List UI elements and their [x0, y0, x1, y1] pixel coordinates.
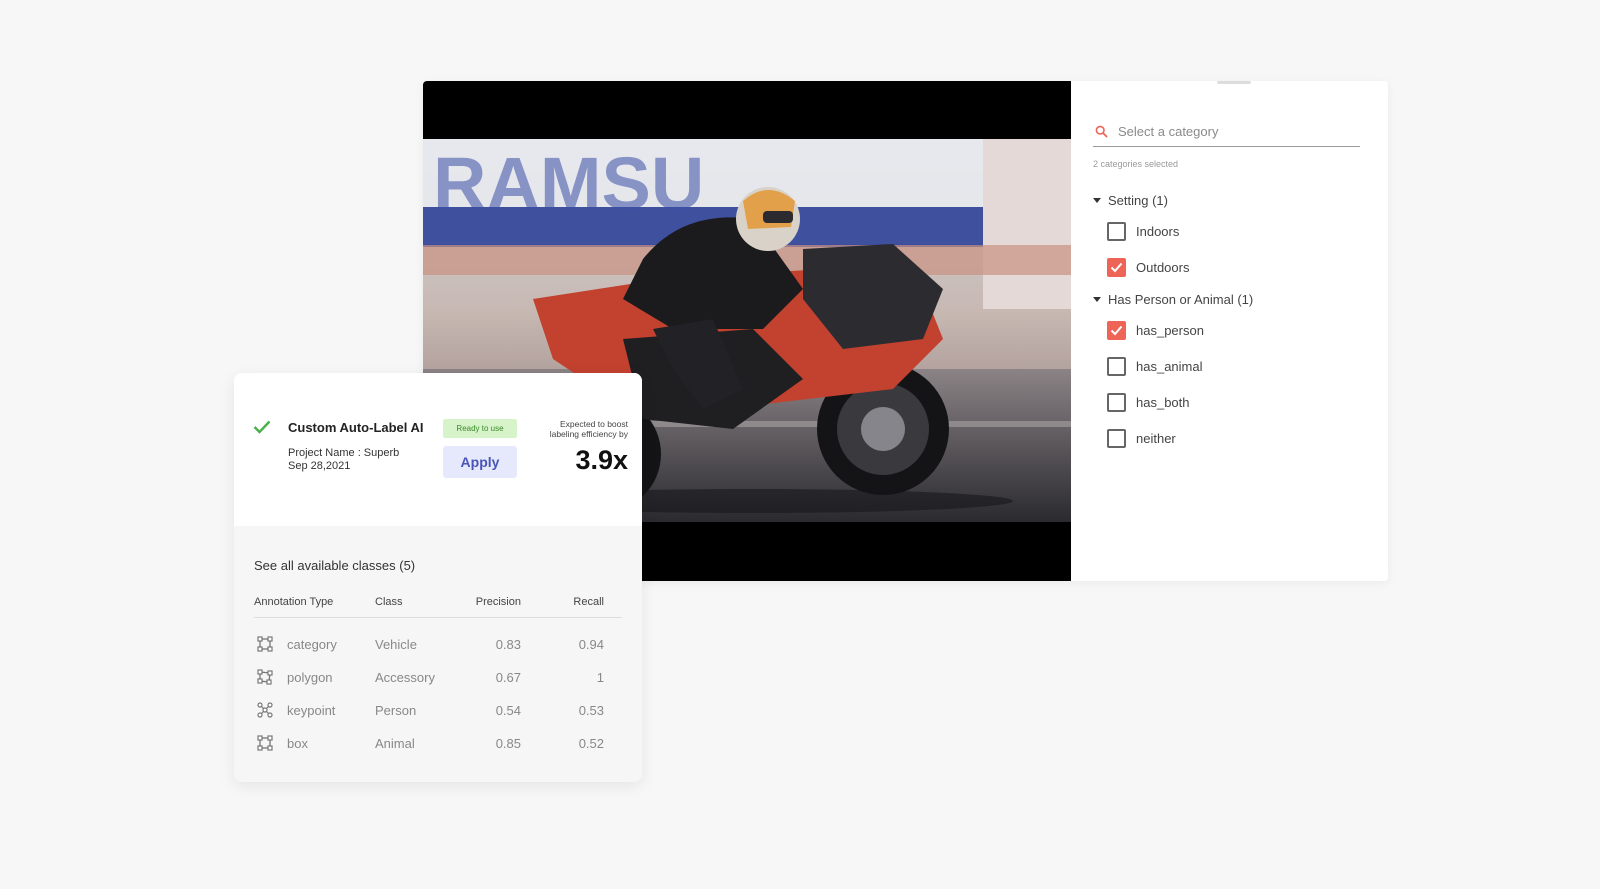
cell-precision: 0.54: [495, 703, 521, 718]
checkbox-label: Outdoors: [1136, 260, 1190, 275]
selected-count: 2 categories selected: [1093, 159, 1179, 169]
cell-precision: 0.85: [495, 736, 521, 751]
cell-recall: 0.53: [578, 703, 604, 718]
table-row: box Animal 0.85 0.52: [254, 733, 622, 757]
boost-caption-line: Expected to boost: [559, 419, 628, 429]
check-icon: [253, 420, 271, 434]
cell-type: category: [287, 637, 337, 652]
table-row: category Vehicle 0.83 0.94: [254, 634, 622, 658]
checkbox[interactable]: [1107, 393, 1126, 412]
checkbox-row-outdoors[interactable]: Outdoors: [1107, 258, 1189, 277]
cell-type: keypoint: [287, 703, 336, 718]
checkbox-row-neither[interactable]: neither: [1107, 429, 1176, 448]
box-icon: [257, 735, 273, 751]
classes-section: See all available classes (5) Annotation…: [234, 526, 642, 782]
header-precision: Precision: [475, 596, 521, 608]
checkbox-label: has_person: [1136, 323, 1204, 338]
group-header-person-animal[interactable]: Has Person or Animal (1): [1093, 292, 1253, 307]
checkmark-icon: [1110, 262, 1123, 273]
checkbox[interactable]: [1107, 222, 1126, 241]
table-row: polygon Accessory 0.67 1: [254, 667, 622, 691]
group-label: Has Person or Animal (1): [1108, 292, 1254, 307]
cell-recall: 1: [596, 670, 604, 685]
cell-class: Animal: [375, 736, 415, 751]
boost-value: 3.9x: [575, 445, 628, 475]
keypoint-icon: [257, 702, 273, 718]
autolabel-summary: Custom Auto-Label AI Project Name : Supe…: [234, 373, 642, 526]
cell-precision: 0.67: [495, 670, 521, 685]
checkbox-row-has-person[interactable]: has_person: [1107, 321, 1204, 340]
drag-handle[interactable]: [1217, 81, 1251, 84]
category-search[interactable]: [1093, 117, 1360, 147]
see-all-classes-link[interactable]: See all available classes (5): [254, 558, 415, 573]
header-class: Class: [375, 596, 403, 608]
cell-type: polygon: [287, 670, 333, 685]
category-search-input[interactable]: [1118, 124, 1348, 139]
checkmark-icon: [1110, 325, 1123, 336]
table-header: Annotation Type Class Precision Recall: [254, 596, 622, 618]
search-icon: [1095, 125, 1108, 138]
checkbox[interactable]: [1107, 357, 1126, 376]
checkbox-checked[interactable]: [1107, 321, 1126, 340]
boost-caption: Expected to boost labeling efficiency by: [514, 419, 628, 439]
caret-down-icon: [1093, 297, 1101, 302]
checkbox-label: has_animal: [1136, 359, 1203, 374]
cell-class: Vehicle: [375, 637, 417, 652]
project-date: Sep 28,2021: [288, 460, 351, 472]
header-recall: Recall: [573, 596, 604, 608]
cell-type: box: [287, 736, 308, 751]
group-header-setting[interactable]: Setting (1): [1093, 193, 1168, 208]
project-name: Project Name : Superb: [288, 447, 400, 459]
group-label: Setting (1): [1108, 193, 1168, 208]
box-icon: [257, 636, 273, 652]
header-annotation-type: Annotation Type: [254, 596, 334, 608]
apply-button[interactable]: Apply: [443, 446, 517, 478]
checkbox[interactable]: [1107, 429, 1126, 448]
cell-recall: 0.94: [578, 637, 604, 652]
cell-class: Accessory: [375, 670, 435, 685]
svg-text:RAMSU: RAMSU: [433, 142, 704, 225]
cell-recall: 0.52: [578, 736, 604, 751]
checkbox-row-has-both[interactable]: has_both: [1107, 393, 1190, 412]
polygon-icon: [257, 669, 273, 685]
autolabel-title: Custom Auto-Label AI: [288, 420, 424, 435]
cell-class: Person: [375, 703, 417, 718]
checkbox-label: neither: [1136, 431, 1176, 446]
table-row: keypoint Person 0.54 0.53: [254, 700, 622, 724]
checkbox-label: has_both: [1136, 395, 1190, 410]
status-badge: Ready to use: [443, 419, 517, 438]
checkbox-row-indoors[interactable]: Indoors: [1107, 222, 1179, 241]
category-panel: 2 categories selected Setting (1) Indoor…: [1071, 81, 1388, 581]
checkbox-row-has-animal[interactable]: has_animal: [1107, 357, 1203, 376]
boost-caption-line: labeling efficiency by: [549, 429, 628, 439]
checkbox-label: Indoors: [1136, 224, 1180, 239]
autolabel-card: Custom Auto-Label AI Project Name : Supe…: [234, 373, 642, 782]
cell-precision: 0.83: [495, 637, 521, 652]
checkbox-checked[interactable]: [1107, 258, 1126, 277]
caret-down-icon: [1093, 198, 1101, 203]
